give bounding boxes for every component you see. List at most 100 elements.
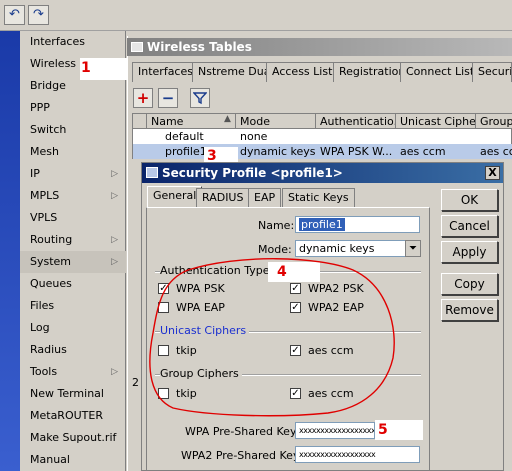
submenu-arrow-icon: ▷	[111, 367, 118, 377]
group-aes-label: aes ccm	[308, 387, 354, 400]
tab-eap[interactable]: EAP	[248, 188, 282, 207]
sidebar-item-label: Routing	[30, 233, 73, 246]
table-header-marker	[133, 114, 147, 129]
table-cell[interactable]: default	[161, 129, 204, 144]
table-header-unicast[interactable]: Unicast Ciphers	[396, 114, 476, 129]
remove-profile-button[interactable]: Remove	[441, 299, 498, 321]
name-label: Name:	[258, 219, 295, 232]
sidebar-item-log[interactable]: Log	[20, 317, 126, 339]
tab-general[interactable]: General	[147, 186, 203, 208]
sidebar-menu: Interfaces Wireless Bridge PPP Switch Mesh IP ▷…	[20, 31, 126, 471]
sidebar-item-make-supout-rif[interactable]: Make Supout.rif	[20, 427, 126, 449]
sidebar-item-new-terminal[interactable]: New Terminal	[20, 383, 126, 405]
wpa-key-label: WPA Pre-Shared Key:	[185, 425, 300, 438]
tab-radius[interactable]: RADIUS	[196, 188, 250, 207]
sidebar-item-routing[interactable]: Routing ▷	[20, 229, 126, 251]
sidebar-item-files[interactable]: Files	[20, 295, 126, 317]
window-icon	[131, 42, 143, 52]
table-header-auth[interactable]: Authenticatio...	[316, 114, 396, 129]
sidebar-item-label: MetaROUTER	[30, 409, 103, 422]
sidebar-item-radius[interactable]: Radius	[20, 339, 126, 361]
wpa2-psk-label: WPA2 PSK	[308, 282, 364, 295]
wpa2-key-label: WPA2 Pre-Shared Key:	[181, 449, 303, 462]
submenu-arrow-icon: ▷	[111, 257, 118, 267]
sidebar-item-vpls[interactable]: VPLS	[20, 207, 126, 229]
apply-button[interactable]: Apply	[441, 241, 498, 263]
name-value: profile1	[299, 218, 345, 231]
security-profiles-table: Name ▲ Mode Authenticatio... Unicast Cip…	[132, 113, 512, 159]
tab-connect-list[interactable]: Connect List	[400, 62, 481, 82]
sidebar-item-ppp[interactable]: PPP	[20, 97, 126, 119]
wpa-eap-checkbox[interactable]	[158, 302, 169, 313]
cancel-button[interactable]: Cancel	[441, 215, 498, 237]
tab-securi[interactable]: Securi	[472, 62, 512, 82]
submenu-arrow-icon: ▷	[111, 235, 118, 245]
mode-select[interactable]: dynamic keys	[295, 240, 406, 257]
sidebar-item-label: IP	[30, 167, 40, 180]
table-cell[interactable]: aes ccm	[476, 144, 512, 159]
remove-button[interactable]: −	[158, 88, 178, 108]
tab-interfaces[interactable]: Interfaces	[132, 62, 199, 82]
group-tkip-checkbox[interactable]	[158, 388, 169, 399]
sidebar-item-switch[interactable]: Switch	[20, 119, 126, 141]
undo-icon[interactable]: ↶	[4, 5, 25, 25]
ok-button[interactable]: OK	[441, 189, 498, 211]
sidebar-item-label: Switch	[30, 123, 67, 136]
sidebar-item-system[interactable]: System ▷	[20, 251, 126, 273]
chevron-down-icon[interactable]: ⏷	[405, 240, 421, 257]
filter-icon[interactable]	[190, 88, 210, 108]
sidebar-brand-strip	[0, 31, 20, 471]
wpa2-key-field[interactable]: xxxxxxxxxxxxxxxxxx	[295, 446, 420, 463]
window-icon	[146, 167, 158, 178]
table-cell[interactable]: WPA PSK W...	[316, 144, 396, 159]
sidebar-item-label: MPLS	[30, 189, 60, 202]
add-button[interactable]: +	[133, 88, 153, 108]
unicast-aes-checkbox[interactable]: ✓	[290, 345, 301, 356]
wpa2-eap-label: WPA2 EAP	[308, 301, 364, 314]
auth-types-group-label: Authentication Types	[160, 264, 279, 277]
annotation-5: 5	[378, 422, 388, 438]
sidebar-item-tools[interactable]: Tools ▷	[20, 361, 126, 383]
table-header-mode[interactable]: Mode	[236, 114, 316, 129]
wpa-psk-checkbox[interactable]: ✓	[158, 283, 169, 294]
close-button[interactable]: X	[485, 166, 500, 180]
sidebar-item-metarouter[interactable]: MetaROUTER	[20, 405, 126, 427]
unicast-tkip-checkbox[interactable]	[158, 345, 169, 356]
table-cell[interactable]: none	[236, 129, 267, 144]
sidebar-item-label: Interfaces	[30, 35, 85, 48]
unicast-aes-label: aes ccm	[308, 344, 354, 357]
sidebar-item-queues[interactable]: Queues	[20, 273, 126, 295]
sidebar-item-label: Tools	[30, 365, 58, 378]
sort-arrow-icon: ▲	[224, 114, 231, 124]
sidebar-item-mpls[interactable]: MPLS ▷	[20, 185, 126, 207]
sidebar-item-ip[interactable]: IP ▷	[20, 163, 126, 185]
table-cell[interactable]: dynamic keys	[236, 144, 316, 159]
sidebar-item-interfaces[interactable]: Interfaces	[20, 31, 126, 53]
wpa-key-field[interactable]: xxxxxxxxxxxxxxxxxx	[295, 422, 375, 439]
top-toolbar: ↶ ↷	[0, 0, 512, 31]
tab-static-keys[interactable]: Static Keys	[282, 188, 355, 207]
name-field[interactable]: profile1	[295, 216, 420, 233]
wpa-eap-label: WPA EAP	[176, 301, 225, 314]
copy-button[interactable]: Copy	[441, 273, 498, 295]
table-header-group[interactable]: Group	[476, 114, 512, 129]
sidebar-item-mesh[interactable]: Mesh	[20, 141, 126, 163]
sidebar-item-manual[interactable]: Manual	[20, 449, 126, 471]
annotation-box-4	[268, 262, 320, 282]
table-cell[interactable]: aes ccm	[396, 144, 446, 159]
wireless-tables-title: Wireless Tables	[127, 38, 512, 56]
tab-access-list[interactable]: Access List	[266, 62, 339, 82]
redo-icon[interactable]: ↷	[28, 5, 49, 25]
wpa2-psk-checkbox[interactable]: ✓	[290, 283, 301, 294]
wpa2-eap-checkbox[interactable]: ✓	[290, 302, 301, 313]
annotation-4: 4	[277, 264, 287, 280]
table-header-name[interactable]: Name	[147, 114, 236, 129]
sidebar-item-label: Queues	[30, 277, 72, 290]
sidebar-item-label: Mesh	[30, 145, 59, 158]
table-cell[interactable]: profile1	[161, 144, 207, 159]
unicast-group-label: Unicast Ciphers	[160, 324, 250, 337]
security-profile-title: Security Profile <profile1>	[142, 163, 503, 183]
group-aes-checkbox[interactable]: ✓	[290, 388, 301, 399]
sidebar-item-label: Radius	[30, 343, 67, 356]
sidebar-item-label: New Terminal	[30, 387, 104, 400]
